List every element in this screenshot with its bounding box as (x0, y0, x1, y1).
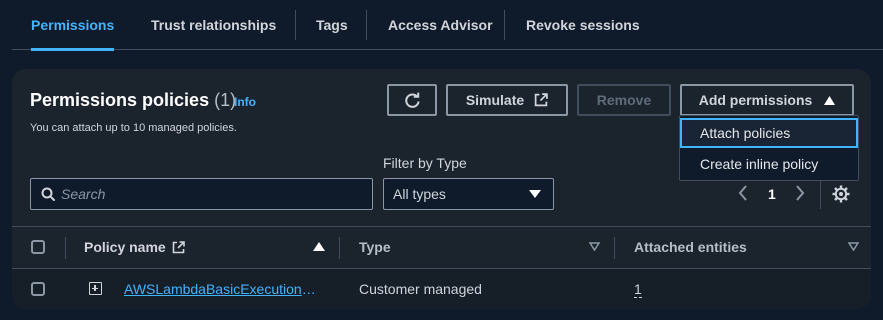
tab-divider (504, 10, 505, 40)
menu-item-create-inline-policy[interactable]: Create inline policy (680, 149, 858, 179)
menu-item-attach-policies[interactable]: Attach policies (680, 118, 858, 148)
previous-page-icon[interactable] (738, 185, 748, 201)
row-checkbox[interactable] (31, 282, 45, 296)
type-filter-value: All types (393, 186, 446, 202)
current-page-number[interactable]: 1 (768, 186, 776, 202)
search-box (30, 178, 373, 210)
pager-divider (820, 179, 821, 209)
column-label-policy-name: Policy name (84, 239, 166, 255)
caret-down-icon (529, 190, 541, 198)
external-link-icon (172, 240, 185, 253)
external-link-icon (534, 93, 548, 107)
gear-icon[interactable] (832, 185, 850, 203)
refresh-icon (404, 92, 420, 108)
remove-button[interactable]: Remove (577, 84, 671, 116)
table-header: Policy name Type Attached entities (12, 226, 871, 268)
info-link[interactable]: Info (234, 95, 256, 109)
sort-ascending-icon[interactable] (313, 242, 325, 251)
tab-access-advisor[interactable]: Access Advisor (388, 0, 493, 50)
caret-up-icon (824, 95, 836, 105)
sort-unsorted-icon[interactable] (589, 242, 600, 251)
tab-bar: Permissions Trust relationships Tags Acc… (12, 0, 883, 51)
permissions-policies-panel: Permissions policies (1) Info You can at… (12, 69, 871, 309)
search-icon (41, 187, 55, 201)
add-permissions-menu: Attach policies Create inline policy (679, 115, 859, 181)
type-filter-select[interactable]: All types (383, 178, 554, 210)
tab-tags[interactable]: Tags (316, 0, 348, 50)
column-header-policy-name[interactable]: Policy name (84, 239, 185, 255)
add-permissions-label: Add permissions (698, 92, 813, 108)
panel-title-text: Permissions policies (30, 90, 210, 110)
tab-divider (366, 10, 367, 40)
select-all-checkbox[interactable] (31, 240, 45, 254)
column-header-type[interactable]: Type (359, 239, 391, 255)
panel-subtitle: You can attach up to 10 managed policies… (30, 122, 237, 134)
search-input[interactable] (61, 179, 361, 209)
column-divider (614, 237, 615, 259)
column-divider (339, 237, 340, 259)
simulate-label: Simulate (465, 92, 525, 108)
policy-type-cell: Customer managed (359, 281, 482, 297)
next-page-icon[interactable] (795, 185, 805, 201)
policy-count: (1) (214, 90, 237, 110)
sort-unsorted-icon[interactable] (848, 242, 859, 251)
table-row[interactable]: AWSLambdaBasicExecutionRole Customer man… (12, 268, 871, 309)
expand-row-icon[interactable] (89, 282, 102, 295)
add-permissions-button[interactable]: Add permissions (680, 84, 854, 116)
column-divider (65, 237, 66, 259)
column-header-attached-entities[interactable]: Attached entities (634, 239, 747, 255)
panel-title: Permissions policies (1) (30, 90, 236, 111)
simulate-button[interactable]: Simulate (446, 84, 568, 116)
refresh-button[interactable] (387, 84, 437, 116)
policy-name-link[interactable]: AWSLambdaBasicExecutionRole (124, 281, 317, 297)
tab-divider (295, 10, 296, 40)
filter-by-type-label: Filter by Type (383, 155, 467, 171)
tab-permissions[interactable]: Permissions (31, 0, 115, 51)
tab-trust-relationships[interactable]: Trust relationships (151, 0, 276, 50)
tab-revoke-sessions[interactable]: Revoke sessions (526, 0, 640, 50)
attached-entities-count[interactable]: 1 (634, 281, 642, 298)
